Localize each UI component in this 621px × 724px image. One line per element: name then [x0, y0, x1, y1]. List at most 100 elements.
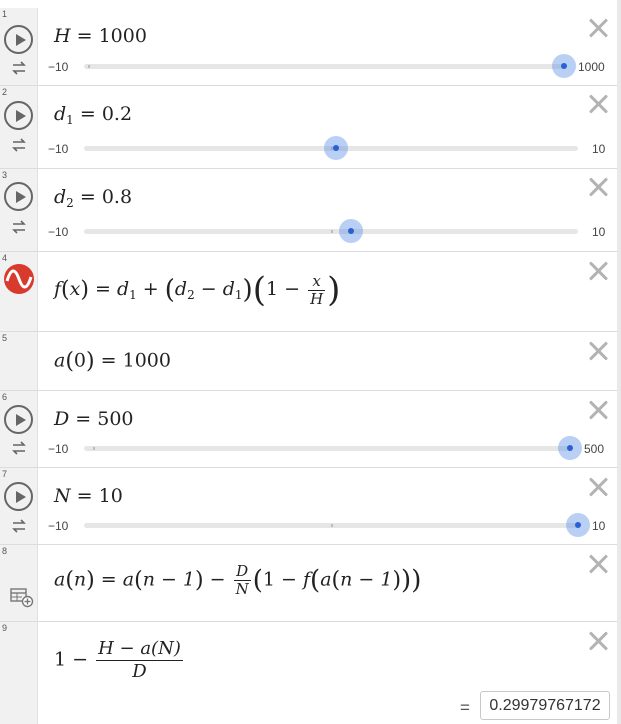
fraction-denominator: D	[132, 661, 147, 682]
close-icon[interactable]	[587, 399, 609, 421]
scrollbar[interactable]	[617, 0, 621, 724]
close-icon[interactable]	[587, 340, 609, 362]
row-number: 8	[2, 546, 8, 556]
algebra-panel: 1 H = 1000 −10 1000 2 d1 = 0.2 −10 10 3 …	[0, 0, 621, 724]
repeat-icon[interactable]	[10, 219, 28, 235]
function-expression[interactable]: f(x) = d1 + (d2 − d1)(1 − x H)	[54, 270, 340, 310]
row-gutter: 3	[0, 169, 38, 251]
variable-name: N	[54, 485, 71, 507]
variable-value: 1000	[98, 25, 147, 47]
slider-min-label: −10	[48, 142, 69, 156]
slider-track[interactable]	[84, 219, 578, 243]
slider-max-label: 1000	[578, 60, 605, 74]
close-icon[interactable]	[587, 17, 609, 39]
slider-thumb[interactable]	[566, 513, 590, 537]
result-equals: =	[460, 698, 470, 717]
algebra-row-8[interactable]: 8 a(n) = a(n − 1) − D N (1 − f(a(n − 1)))	[0, 545, 617, 622]
slider-expression[interactable]: H = 1000	[54, 25, 147, 47]
play-icon[interactable]	[4, 182, 33, 211]
row-number: 9	[2, 623, 8, 633]
slider-track[interactable]	[84, 136, 578, 160]
play-icon[interactable]	[4, 101, 33, 130]
close-icon[interactable]	[587, 553, 609, 575]
repeat-icon[interactable]	[10, 518, 28, 534]
variable-name: d	[54, 103, 67, 125]
row-gutter: 9	[0, 622, 38, 724]
algebra-row-6[interactable]: 6 D = 500 −10 500	[0, 391, 617, 468]
close-icon[interactable]	[587, 176, 609, 198]
slider-max-label: 500	[584, 442, 605, 456]
term-subscript: 1	[129, 288, 137, 302]
slider-expression[interactable]: N = 10	[54, 485, 123, 507]
row-gutter: 7	[0, 468, 38, 544]
row-number: 3	[2, 170, 8, 180]
result-value[interactable]: 0.29979767172	[480, 691, 610, 720]
row-gutter: 4	[0, 252, 38, 331]
slider-thumb[interactable]	[338, 219, 363, 243]
recursion-expression[interactable]: a(n) = a(n − 1) − D N (1 − f(a(n − 1)))	[54, 563, 421, 598]
slider-zero-tick	[93, 447, 95, 450]
row-gutter: 2	[0, 86, 38, 168]
slider-thumb[interactable]	[552, 54, 576, 78]
slider-zero-tick	[331, 524, 333, 527]
fraction: DN	[233, 563, 251, 598]
row-gutter: 5	[0, 332, 38, 390]
algebra-row-5[interactable]: 5 a(0) = 1000	[0, 332, 617, 391]
variable-value: 0.8	[101, 186, 133, 208]
term-subscript: 1	[234, 288, 243, 302]
fraction-numerator: x	[312, 271, 321, 290]
slider-min-label: −10	[48, 225, 69, 239]
variable-subscript: 1	[66, 113, 74, 127]
slider-expression[interactable]: d2 = 0.8	[54, 186, 132, 210]
play-icon[interactable]	[4, 25, 33, 54]
sequence-index: 0	[73, 349, 87, 372]
function-icon[interactable]	[4, 264, 34, 294]
row-gutter: 6	[0, 391, 38, 467]
close-icon[interactable]	[587, 260, 609, 282]
slider-thumb[interactable]	[323, 136, 348, 160]
slider-max-label: 10	[592, 519, 606, 533]
slider-expression[interactable]: d1 = 0.2	[54, 103, 132, 127]
variable-value: 500	[97, 408, 134, 430]
initial-value-expression[interactable]: a(0) = 1000	[54, 349, 171, 374]
sequence-name: a	[54, 349, 66, 372]
row-number: 7	[2, 469, 8, 479]
algebra-row-4[interactable]: 4 f(x) = d1 + (d2 − d1)(1 − x H)	[0, 252, 617, 332]
slider-zero-tick	[88, 65, 90, 68]
function-name: f	[302, 568, 311, 591]
variable-name: d	[54, 186, 67, 208]
repeat-icon[interactable]	[10, 137, 28, 153]
play-icon[interactable]	[4, 482, 33, 511]
close-icon[interactable]	[587, 630, 609, 652]
slider-thumb[interactable]	[558, 436, 582, 460]
fraction-denominator: N	[235, 580, 249, 598]
algebra-row-3[interactable]: 3 d2 = 0.8 −10 10	[0, 169, 617, 252]
close-icon[interactable]	[587, 93, 609, 115]
row-number: 5	[2, 333, 8, 343]
algebra-row-2[interactable]: 2 d1 = 0.2 −10 10	[0, 86, 617, 169]
slider-max-label: 10	[592, 225, 606, 239]
slider-track[interactable]	[84, 513, 590, 537]
slider-max-label: 10	[592, 142, 606, 156]
algebra-row-1[interactable]: 1 H = 1000 −10 1000	[0, 8, 617, 86]
result-expression[interactable]: 1 − H − a(N) D	[54, 638, 185, 683]
row-gutter: 8	[0, 545, 38, 621]
term-subscript: 2	[187, 288, 195, 302]
repeat-icon[interactable]	[10, 60, 28, 76]
slider-track[interactable]	[84, 436, 582, 460]
algebra-row-7[interactable]: 7 N = 10 −10 10	[0, 468, 617, 545]
fraction: xH	[308, 271, 326, 308]
play-icon[interactable]	[4, 405, 33, 434]
table-icon[interactable]	[10, 588, 34, 608]
term-d: d	[222, 278, 235, 300]
slider-expression[interactable]: D = 500	[54, 408, 134, 430]
slider-track[interactable]	[84, 54, 576, 78]
close-icon[interactable]	[587, 476, 609, 498]
function-argument: x	[69, 278, 81, 300]
constant-one: 1	[262, 568, 275, 591]
variable-value: 10	[98, 485, 123, 507]
algebra-row-9[interactable]: 9 1 − H − a(N) D = 0.29979767172	[0, 622, 617, 724]
slider-zero-tick	[331, 230, 333, 233]
repeat-icon[interactable]	[10, 440, 28, 456]
sequence-index: n	[73, 568, 87, 591]
